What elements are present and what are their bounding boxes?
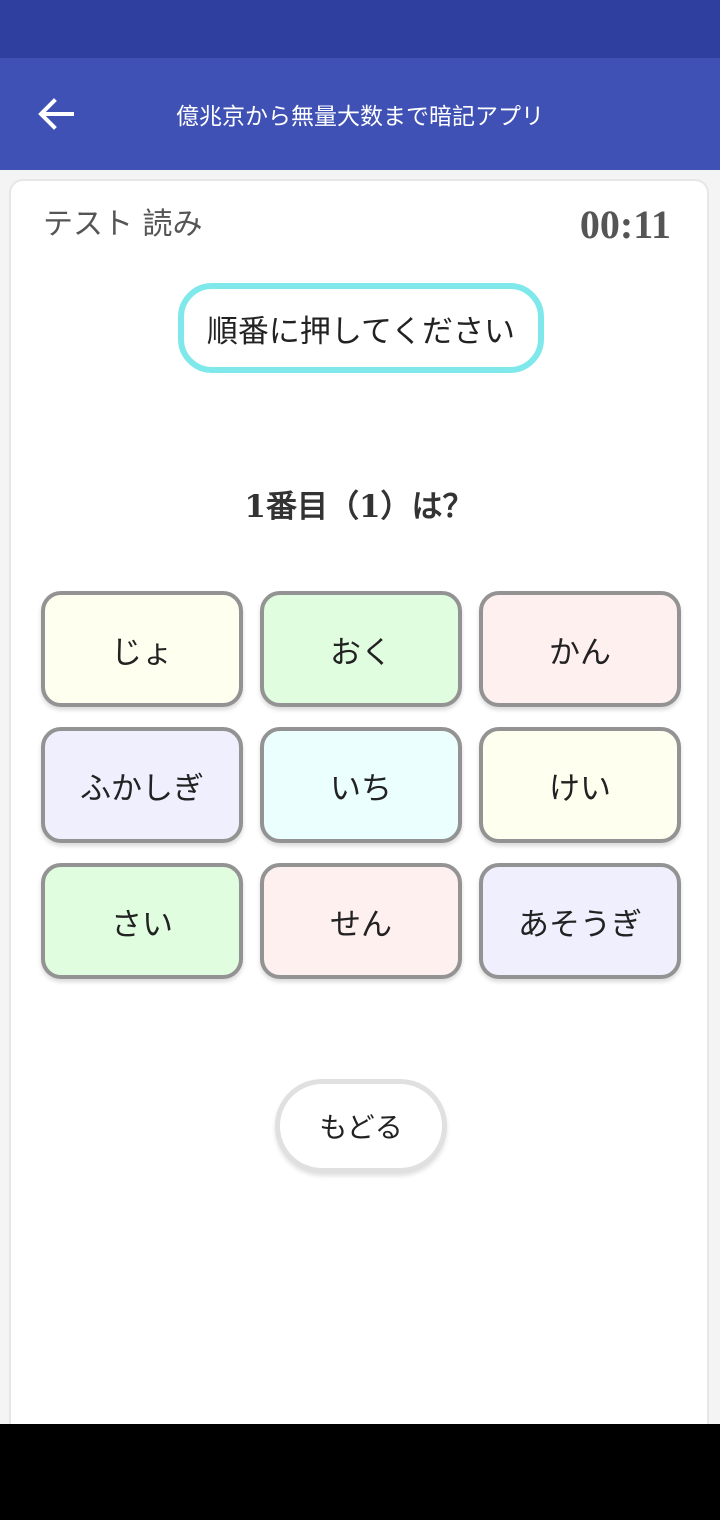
back-button[interactable]: [34, 94, 78, 134]
answer-tile[interactable]: ふかしぎ: [41, 727, 243, 843]
answer-tile[interactable]: おく: [260, 591, 462, 707]
arrow-left-icon: [38, 98, 74, 130]
answer-tile[interactable]: けい: [479, 727, 681, 843]
question-text: 1番目（1）は？: [244, 489, 474, 525]
instruction-box: 順番に押してください: [178, 283, 544, 373]
quiz-card: テスト 読み 00:11 順番に押してください 1番目（1）は？ じょ おく か…: [9, 179, 709, 1439]
answer-tile[interactable]: いち: [260, 727, 462, 843]
answer-tile[interactable]: あそうぎ: [479, 863, 681, 979]
answer-tile[interactable]: せん: [260, 863, 462, 979]
app-title: 億兆京から無量大数まで暗記アプリ: [176, 104, 544, 130]
answer-tile[interactable]: さい: [41, 863, 243, 979]
status-bar: [0, 0, 720, 58]
return-button[interactable]: もどる: [275, 1079, 447, 1173]
timer: 00:11: [579, 202, 671, 247]
navigation-bar: [0, 1424, 720, 1520]
answer-tile[interactable]: かん: [479, 591, 681, 707]
app-bar: 億兆京から無量大数まで暗記アプリ: [0, 58, 720, 170]
mode-label: テスト 読み: [43, 207, 203, 242]
answer-tile[interactable]: じょ: [41, 591, 243, 707]
instruction-text: 順番に押してください: [206, 313, 516, 350]
